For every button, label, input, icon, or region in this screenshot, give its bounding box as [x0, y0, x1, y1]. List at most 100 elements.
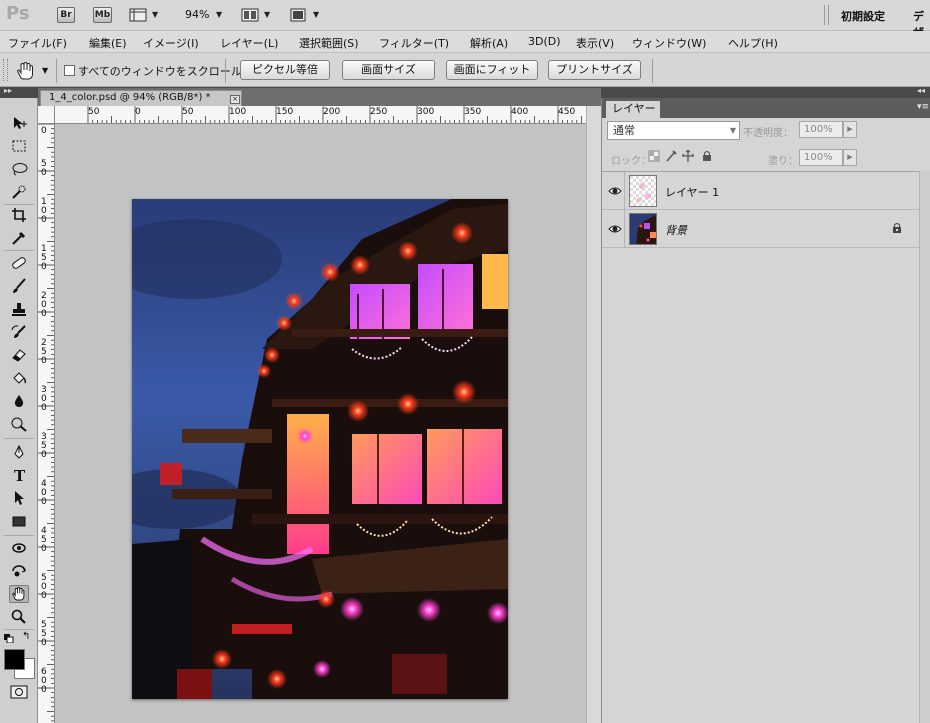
swap-colors-icon[interactable]: ↰ — [22, 631, 30, 642]
application-bar: Ps Br Mb ▼ 94% ▼ ▼ ▼ 初期設定 デザ — [0, 0, 930, 39]
default-colors-icon[interactable] — [4, 633, 14, 646]
hand-icon[interactable] — [9, 585, 29, 603]
layers-tab[interactable]: レイヤー — [606, 101, 660, 118]
quick-select-icon[interactable] — [9, 183, 29, 201]
dodge-icon[interactable] — [9, 415, 29, 433]
zoom-level[interactable]: 94% — [185, 8, 209, 21]
print-size-button[interactable]: プリントサイズ — [548, 60, 641, 80]
collapse-icon[interactable]: ◂◂ — [917, 86, 925, 95]
chevron-right-icon[interactable]: ▶ — [843, 149, 857, 166]
document-tab[interactable]: 1_4_color.psd @ 94% (RGB/8*) * × — [40, 90, 242, 106]
scroll-all-windows-label: すべてのウィンドウをスクロール — [78, 65, 242, 78]
document-tab-bar: 1_4_color.psd @ 94% (RGB/8*) * × — [38, 88, 601, 106]
fill-field[interactable]: 100% — [799, 149, 843, 166]
eye-icon[interactable] — [608, 222, 622, 236]
chevron-down-icon[interactable]: ▼ — [42, 66, 48, 75]
eyedropper-icon[interactable] — [9, 229, 29, 247]
menu-window[interactable]: ウィンドウ(W) — [632, 35, 706, 51]
menu-edit[interactable]: 編集(E) — [89, 35, 127, 51]
actual-pixels-button[interactable]: ピクセル等倍 — [240, 60, 330, 80]
document-canvas[interactable] — [55, 124, 586, 723]
menu-image[interactable]: イメージ(I) — [143, 35, 199, 51]
panel-header: レイヤー ▾≡ — [602, 98, 930, 118]
rectangle-icon[interactable] — [9, 512, 29, 530]
lock-all-icon[interactable] — [701, 150, 713, 162]
layer-row[interactable]: 背景 — [602, 210, 919, 248]
layer-name[interactable]: レイヤー 1 — [665, 184, 719, 200]
zoom-icon[interactable] — [9, 608, 29, 626]
marquee-icon[interactable] — [9, 137, 29, 155]
bridge-button[interactable]: Br — [57, 7, 75, 23]
blur-icon[interactable] — [9, 392, 29, 410]
opacity-field[interactable]: 100% — [799, 121, 843, 138]
foreground-color-swatch[interactable] — [4, 649, 25, 670]
grip-handle[interactable] — [3, 59, 8, 81]
menu-filter[interactable]: フィルター(T) — [379, 35, 449, 51]
menu-view[interactable]: 表示(V) — [576, 35, 614, 51]
view-extras-icon[interactable] — [128, 6, 148, 24]
3d-rotate-icon[interactable] — [9, 539, 29, 557]
history-brush-icon[interactable] — [9, 323, 29, 341]
chevron-right-icon[interactable]: ▶ — [843, 121, 857, 138]
ruler-origin[interactable] — [38, 106, 55, 124]
vertical-ruler[interactable]: 0 5 0 1 0 0 1 5 0 2 0 0 2 5 0 3 0 0 3 5 … — [38, 124, 55, 723]
menu-layer[interactable]: レイヤー(L) — [220, 35, 278, 51]
type-icon[interactable]: T — [9, 466, 29, 484]
hand-tool-preset-icon[interactable] — [14, 61, 38, 84]
brush-icon[interactable] — [9, 277, 29, 295]
lock-image-icon[interactable] — [665, 150, 677, 162]
lasso-icon[interactable] — [9, 160, 29, 178]
menu-select[interactable]: 選択範囲(S) — [299, 35, 359, 51]
horizontal-ruler[interactable]: 50 0 50 100 150 200 250 300 350 400 450 — [55, 106, 586, 124]
menu-analysis[interactable]: 解析(A) — [470, 35, 508, 51]
pen-icon[interactable] — [9, 443, 29, 461]
scroll-all-windows-checkbox[interactable] — [64, 65, 75, 76]
crop-icon[interactable] — [9, 206, 29, 224]
healing-brush-icon[interactable] — [9, 254, 29, 272]
ruler-label: 5 0 — [41, 159, 47, 178]
3d-orbit-icon[interactable] — [9, 562, 29, 580]
menu-file[interactable]: ファイル(F) — [8, 35, 67, 51]
divider — [624, 172, 625, 210]
quick-mask-icon[interactable] — [10, 685, 28, 702]
lock-position-icon[interactable] — [681, 149, 695, 162]
chevron-down-icon[interactable]: ▼ — [152, 10, 158, 19]
divider — [824, 5, 825, 25]
ruler-label: 1 0 0 — [41, 197, 47, 225]
eraser-icon[interactable] — [9, 346, 29, 364]
chevron-down-icon[interactable]: ▼ — [216, 10, 222, 19]
canvas-vertical-scrollbar[interactable] — [586, 106, 601, 723]
close-icon[interactable]: × — [230, 95, 240, 104]
photoshop-logo: Ps — [6, 3, 30, 24]
ruler-label: 200 — [323, 107, 341, 117]
panel-menu-icon[interactable]: ▾≡ — [917, 102, 929, 112]
menu-3d[interactable]: 3D(D) — [528, 35, 561, 48]
ruler-label: 0 — [135, 107, 141, 117]
chevron-down-icon[interactable]: ▼ — [313, 10, 319, 19]
mini-bridge-button[interactable]: Mb — [93, 7, 112, 23]
ruler-label: 4 5 0 — [41, 526, 47, 554]
blend-mode-select[interactable]: 通常 ▼ — [607, 121, 740, 140]
screen-mode-icon[interactable] — [288, 6, 308, 24]
layers-scrollbar[interactable] — [919, 171, 930, 723]
ruler-label: 300 — [417, 107, 435, 117]
clone-stamp-icon[interactable] — [9, 300, 29, 318]
path-select-icon[interactable] — [9, 489, 29, 507]
fill-screen-button[interactable]: 画面にフィット — [446, 60, 538, 80]
lock-transparency-icon[interactable] — [648, 150, 660, 162]
paint-bucket-icon[interactable] — [9, 369, 29, 387]
divider — [828, 5, 829, 25]
ruler-label: 100 — [229, 107, 247, 117]
ruler-label: 1 5 0 — [41, 244, 47, 272]
fit-screen-button[interactable]: 画面サイズ — [342, 60, 435, 80]
chevron-down-icon[interactable]: ▼ — [264, 10, 270, 19]
expand-icon[interactable]: ▸▸ — [4, 86, 12, 95]
document-image[interactable] — [132, 199, 508, 699]
layer-name[interactable]: 背景 — [665, 222, 687, 238]
move-icon[interactable] — [9, 114, 29, 132]
eye-icon[interactable] — [608, 184, 622, 198]
arrange-documents-icon[interactable] — [240, 6, 260, 24]
layer-row[interactable]: レイヤー 1 — [602, 172, 919, 210]
workspace-essentials[interactable]: 初期設定 — [841, 8, 885, 24]
menu-help[interactable]: ヘルプ(H) — [728, 35, 778, 51]
